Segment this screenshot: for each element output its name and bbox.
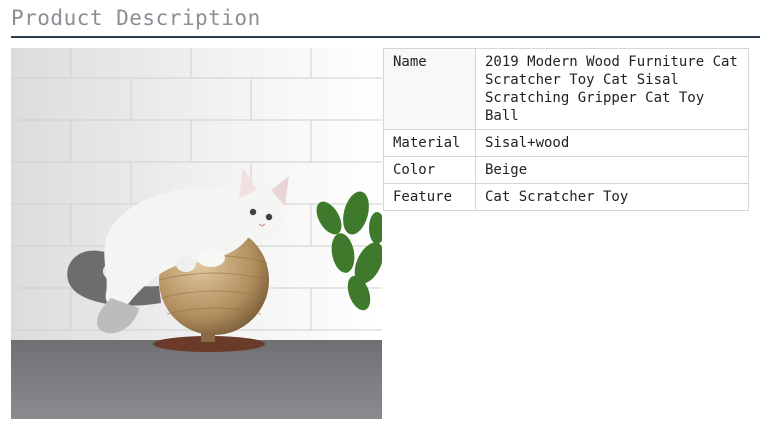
spec-label: Feature (383, 183, 476, 211)
spec-value: Sisal+wood (475, 129, 749, 157)
spec-row-name: Name 2019 Modern Wood Furniture Cat Scra… (383, 48, 749, 130)
product-photo-illustration (11, 48, 382, 419)
section-title: Product Description (11, 6, 261, 30)
spec-row-material: Material Sisal+wood (383, 129, 749, 157)
specs-table: Name 2019 Modern Wood Furniture Cat Scra… (383, 48, 749, 211)
spec-value: 2019 Modern Wood Furniture Cat Scratcher… (475, 48, 749, 130)
spec-row-feature: Feature Cat Scratcher Toy (383, 183, 749, 211)
spec-label: Material (383, 129, 476, 157)
spec-label: Name (383, 48, 476, 130)
product-photo (11, 48, 382, 419)
spec-row-color: Color Beige (383, 156, 749, 184)
spec-value: Cat Scratcher Toy (475, 183, 749, 211)
spec-value: Beige (475, 156, 749, 184)
title-divider (11, 36, 760, 38)
spec-label: Color (383, 156, 476, 184)
